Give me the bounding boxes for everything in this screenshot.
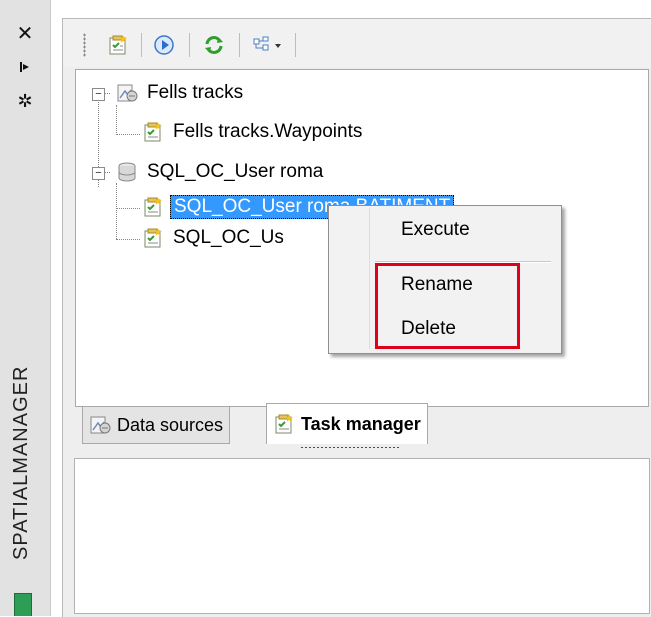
- data-source-icon: [89, 414, 111, 436]
- tab-task-manager-label: Task manager: [301, 413, 421, 434]
- tab-data-sources[interactable]: Data sources: [82, 406, 231, 444]
- data-source-icon: [116, 82, 138, 104]
- expander-fells-tracks[interactable]: −: [92, 88, 105, 101]
- refresh-icon[interactable]: [201, 33, 227, 57]
- tree-node-fells-tracks[interactable]: Fells tracks: [116, 80, 246, 106]
- expander-sql-oc-user-roma[interactable]: −: [92, 167, 105, 180]
- task-icon: [273, 413, 295, 435]
- tree-node-sql-other[interactable]: SQL_OC_Us: [142, 225, 287, 251]
- splitter-grip[interactable]: [300, 446, 400, 449]
- close-icon[interactable]: ✕: [14, 21, 36, 45]
- new-task-icon[interactable]: [105, 33, 131, 57]
- tab-data-sources-label: Data sources: [117, 414, 224, 435]
- database-icon: [116, 161, 138, 183]
- task-icon: [142, 121, 164, 143]
- palette-title: SPATIALMANAGER: [10, 365, 32, 560]
- toolbar: [63, 19, 651, 67]
- tab-task-manager[interactable]: Task manager: [266, 403, 428, 444]
- task-icon: [142, 227, 164, 249]
- toolbar-grip[interactable]: [83, 33, 86, 57]
- gear-icon[interactable]: ✲: [14, 90, 36, 112]
- tree-node-sql-oc-user-roma[interactable]: SQL_OC_User roma: [116, 159, 326, 185]
- execute-icon[interactable]: [151, 33, 177, 57]
- properties-pane: [74, 458, 650, 614]
- tree-view-icon[interactable]: [249, 33, 289, 57]
- pin-icon[interactable]: [14, 56, 36, 78]
- task-icon: [142, 196, 164, 218]
- palette-side-bar: ✕ ✲ SPATIALMANAGER: [0, 0, 51, 616]
- menu-item-execute[interactable]: Execute: [401, 219, 470, 241]
- menu-gutter: [369, 208, 370, 349]
- palette-status-icon: [14, 593, 32, 616]
- tree-node-fells-waypoints[interactable]: Fells tracks.Waypoints: [142, 119, 365, 145]
- annotation-highlight-box: [375, 263, 520, 349]
